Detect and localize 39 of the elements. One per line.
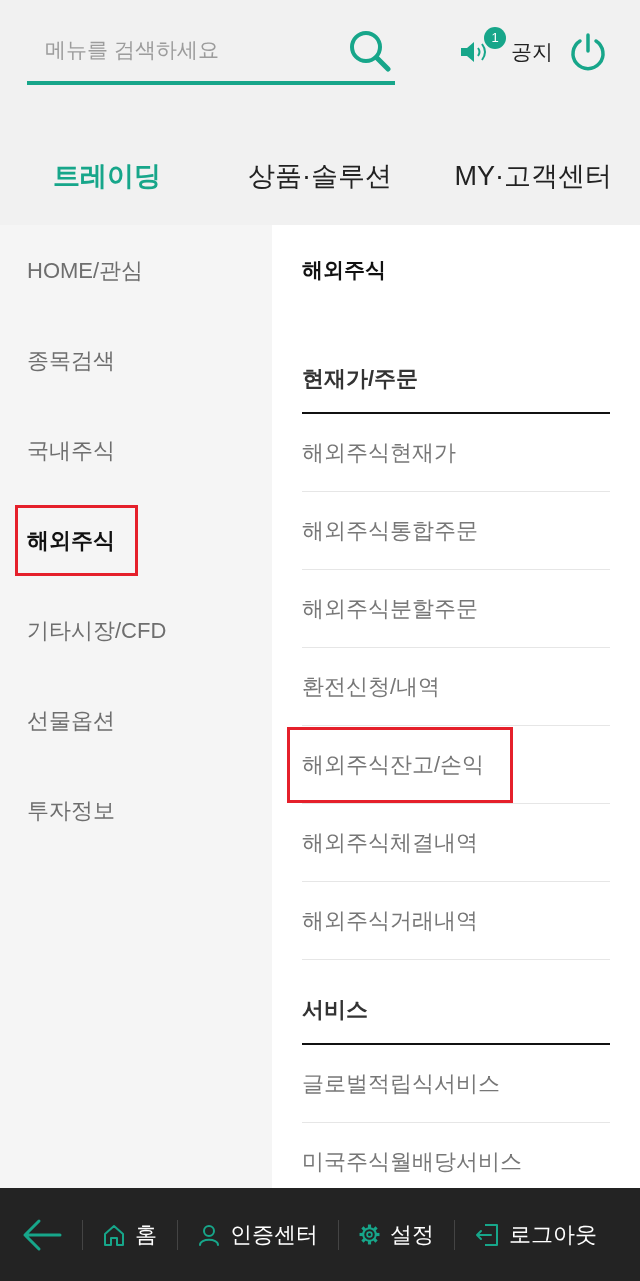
sidebar-item[interactable]: 해외주식 [15,504,138,576]
sidebar-item[interactable]: 국내주식 [15,414,127,486]
back-button[interactable] [22,1217,62,1252]
section-title: 해외주식 [302,257,386,284]
bottom-nav-button[interactable]: 홈 [103,1218,157,1251]
bottom-nav-button[interactable]: 설정 [359,1218,434,1251]
tab[interactable]: 트레이딩 [52,155,161,197]
sidebar-item[interactable]: 종목검색 [15,324,127,396]
menu-link[interactable]: 해외주식현재가 [287,414,471,491]
menu-link[interactable]: 환전신청/내역 [287,648,456,725]
group-heading: 서비스 [302,996,368,1024]
search-icon [349,30,391,72]
sidebar-item[interactable]: 투자정보 [15,774,127,846]
person-icon [198,1223,220,1246]
logout-icon [475,1222,499,1247]
notice-button[interactable]: 1 공지 [461,23,553,80]
menu-link[interactable]: 해외주식분할주문 [287,570,493,647]
sidebar-item[interactable]: 기타시장/CFD [15,594,179,666]
notice-count-badge: 1 [484,26,506,49]
gear-icon [359,1224,380,1245]
menu-link[interactable]: 해외주식통합주문 [287,492,493,569]
search-button[interactable] [347,28,393,74]
tab[interactable]: 상품·솔루션 [248,155,392,197]
sidebar-item[interactable]: 선물옵션 [15,684,127,756]
sidebar-item[interactable]: HOME/관심 [15,234,156,306]
home-icon [103,1223,125,1246]
bottom-nav-button[interactable]: 인증센터 [198,1218,318,1251]
bottom-nav-button[interactable]: 로그아웃 [475,1218,597,1251]
menu-link[interactable]: 해외주식체결내역 [287,804,493,881]
menu-link[interactable]: 해외주식거래내역 [287,882,493,959]
power-button[interactable] [568,31,608,72]
power-icon [569,32,607,71]
menu-link[interactable]: 미국주식월배당서비스 [287,1123,537,1188]
group-heading: 현재가/주문 [302,365,419,393]
menu-link[interactable]: 해외주식잔고/손익 [287,726,514,803]
tab[interactable]: MY·고객센터 [454,155,613,197]
search-field[interactable]: 메뉴를 검색하세요 [27,18,395,85]
back-arrow-icon [22,1217,62,1252]
menu-link[interactable]: 글로벌적립식서비스 [287,1045,515,1122]
